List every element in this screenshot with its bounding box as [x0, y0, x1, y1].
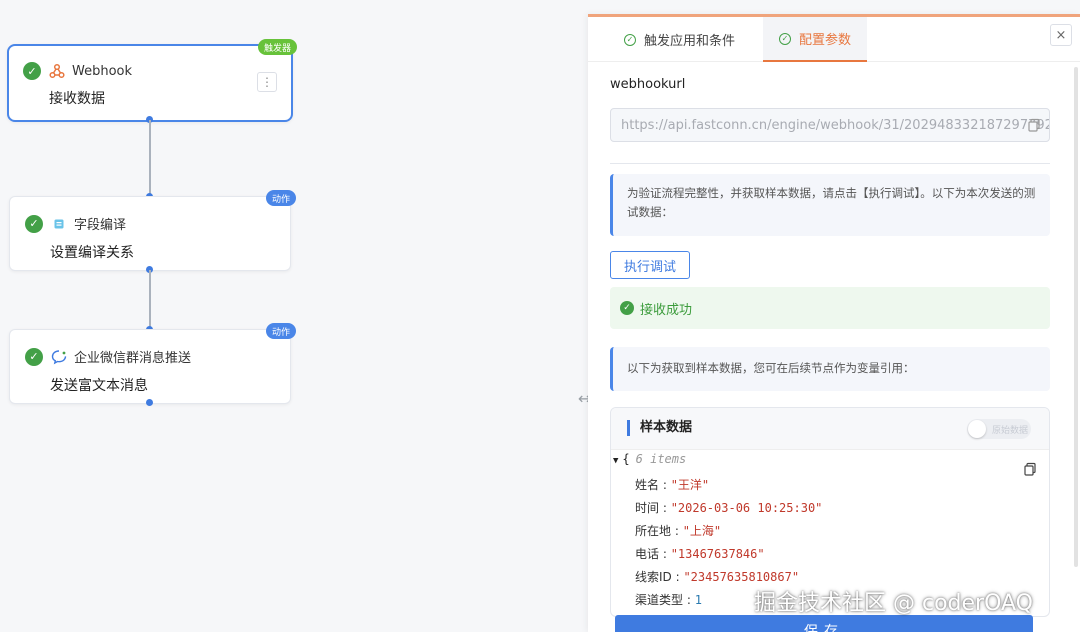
- tab-trigger-conditions[interactable]: ✓ 触发应用和条件: [608, 17, 751, 62]
- debug-tip: 为验证流程完整性，并获取样本数据，请点击【执行调试】。以下为本次发送的测试数据：: [610, 174, 1050, 236]
- json-row: 姓名 : "王洋": [635, 478, 710, 492]
- json-key: 渠道类型: [635, 593, 684, 607]
- sample-data-title: 样本数据: [627, 420, 692, 436]
- webhook-icon: [49, 63, 65, 79]
- connector-line: [149, 120, 151, 195]
- watermark-text: 掘金技术社区 @ coderOAQ: [754, 591, 1033, 616]
- tab-config-params[interactable]: ✓ 配置参数: [763, 17, 867, 62]
- action-badge: 动作: [265, 190, 296, 206]
- panel-tabs: ✓ 触发应用和条件 ✓ 配置参数: [588, 17, 1080, 62]
- copy-icon[interactable]: [1027, 118, 1041, 132]
- success-alert: ✓ 接收成功: [610, 287, 1050, 329]
- json-root[interactable]: ▼ {6 items: [613, 452, 686, 466]
- json-row: 线索ID : "23457635810867": [635, 570, 800, 584]
- save-button[interactable]: 保存: [615, 615, 1033, 632]
- connector-line: [149, 270, 151, 327]
- json-row: 所在地 : "上海": [635, 524, 722, 538]
- tab-label: 触发应用和条件: [644, 34, 736, 49]
- check-circle-icon: ✓: [624, 33, 636, 46]
- node-subtitle: 设置编译关系: [50, 245, 134, 261]
- node-title: 字段编译: [74, 218, 127, 233]
- node-subtitle: 发送富文本消息: [50, 378, 148, 394]
- json-value: "23457635810867": [683, 570, 800, 584]
- node-subtitle: 接收数据: [49, 91, 105, 107]
- flow-node-wecom-push[interactable]: ✓ 企业微信群消息推送 发送富文本消息 动作: [9, 323, 296, 404]
- webhook-url-field[interactable]: https://api.fastconn.cn/engine/webhook/3…: [610, 108, 1050, 142]
- json-value: "13467637846": [670, 547, 765, 561]
- json-value: 1: [694, 593, 702, 607]
- json-key: 所在地: [635, 524, 672, 538]
- node-header: ✓ 字段编译: [25, 214, 126, 233]
- collapse-caret-icon[interactable]: ▼: [613, 456, 618, 466]
- node-header: ✓ 企业微信群消息推送: [25, 347, 191, 366]
- flow-canvas: ✓ Webhook 接收数据 ⋮ 触发器 ✓ 字段编译 设置编译关系 动作 ✓: [0, 0, 591, 632]
- json-key: 时间: [635, 501, 660, 515]
- sample-tip: 以下为获取到样本数据，您可在后续节点作为变量引用：: [610, 347, 1050, 391]
- copy-icon[interactable]: [1023, 462, 1037, 476]
- success-check-icon: ✓: [25, 347, 43, 366]
- node-title: 企业微信群消息推送: [74, 351, 192, 366]
- raw-data-toggle[interactable]: 原始数据: [967, 419, 1031, 439]
- config-panel: ✓ 触发应用和条件 ✓ 配置参数 × webhookurl https://ap…: [588, 14, 1080, 632]
- toggle-label: 原始数据: [992, 425, 1029, 436]
- json-brace: {: [622, 452, 630, 466]
- check-circle-icon: ✓: [779, 32, 791, 45]
- tab-label: 配置参数: [799, 33, 852, 48]
- json-row: 电话 : "13467637846": [635, 547, 765, 561]
- action-badge: 动作: [265, 323, 296, 339]
- divider: [610, 163, 1050, 164]
- chat-bubble-icon: [51, 349, 67, 365]
- json-key: 姓名: [635, 478, 660, 492]
- field-map-icon: [51, 216, 67, 232]
- success-check-icon: ✓: [23, 62, 41, 80]
- json-key: 电话: [635, 547, 660, 561]
- flow-node-webhook[interactable]: ✓ Webhook 接收数据 ⋮ 触发器: [7, 39, 297, 122]
- json-value: "王洋": [670, 478, 710, 492]
- flow-node-field-map[interactable]: ✓ 字段编译 设置编译关系 动作: [9, 190, 296, 271]
- success-check-icon: ✓: [620, 301, 634, 315]
- json-value: "上海": [682, 524, 722, 538]
- success-check-icon: ✓: [25, 214, 43, 233]
- webhook-url-value: https://api.fastconn.cn/engine/webhook/3…: [621, 117, 1050, 133]
- scrollbar[interactable]: [1074, 67, 1078, 567]
- json-row: 时间 : "2026-03-06 10:25:30": [635, 501, 823, 515]
- webhook-url-label: webhookurl: [610, 77, 686, 92]
- json-value: "2026-03-06 10:25:30": [670, 501, 823, 515]
- node-header: ✓ Webhook: [23, 62, 132, 80]
- json-key: 线索ID: [635, 570, 672, 584]
- sample-data-header: 样本数据 原始数据: [611, 408, 1049, 450]
- json-item-count: 6 items: [635, 452, 687, 466]
- connector-dot[interactable]: [146, 399, 153, 406]
- json-row: 渠道类型 : 1: [635, 593, 702, 607]
- toggle-knob: [968, 420, 986, 438]
- close-button[interactable]: ×: [1050, 24, 1072, 46]
- trigger-badge: 触发器: [257, 39, 297, 55]
- run-debug-button[interactable]: 执行调试: [610, 251, 690, 279]
- node-more-button[interactable]: ⋮: [257, 72, 277, 92]
- success-text: 接收成功: [640, 302, 693, 318]
- node-title: Webhook: [72, 63, 133, 79]
